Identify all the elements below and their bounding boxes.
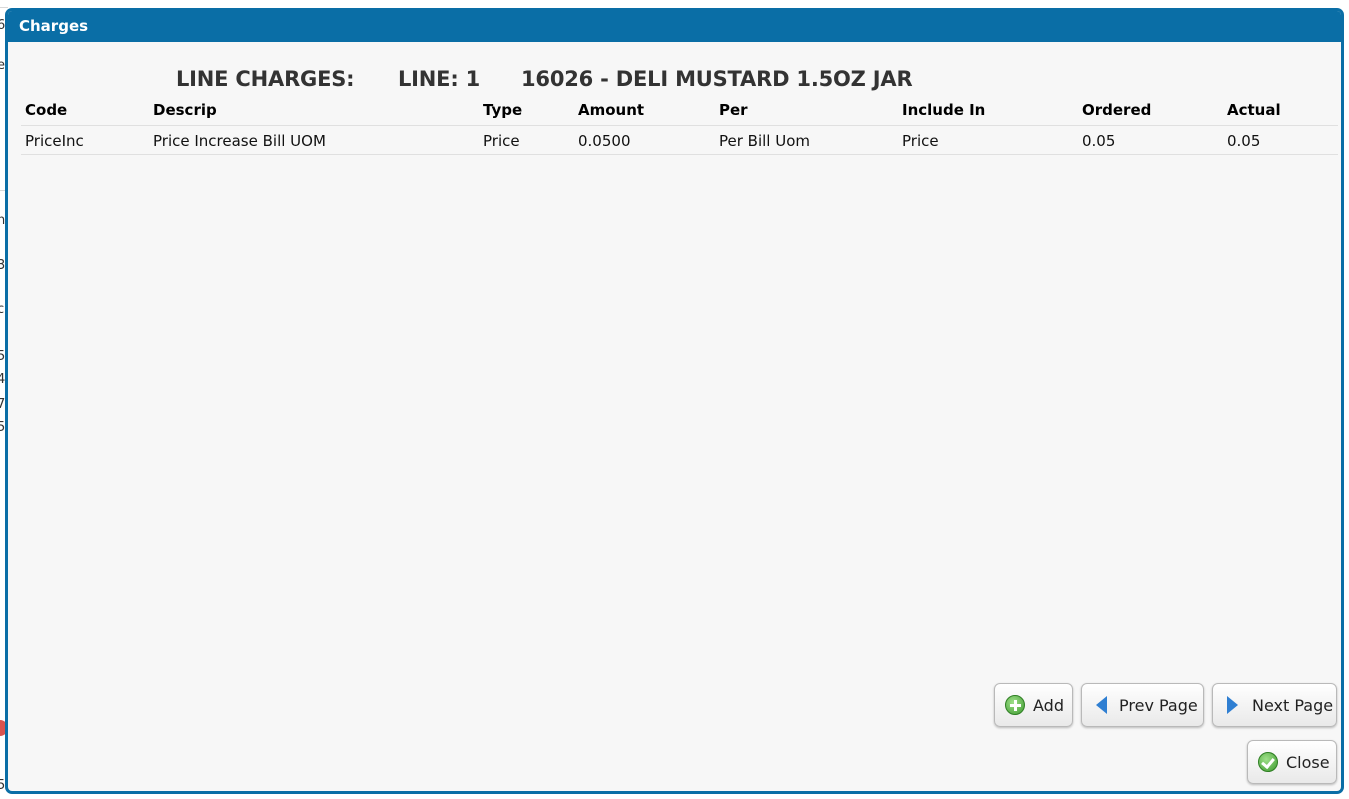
cell-amount: 0.0500 [578,132,631,150]
background-divider [0,7,8,8]
cell-per: Per Bill Uom [719,132,811,150]
close-button-label: Close [1286,752,1330,772]
check-circle-icon [1258,752,1278,772]
column-header-include-in[interactable]: Include In [902,101,985,119]
table-row[interactable]: PriceInc Price Increase Bill UOM Price 0… [21,126,1338,155]
dialog-title: Charges [19,17,89,35]
add-button[interactable]: Add [994,683,1073,727]
item-description: 16026 - DELI MUSTARD 1.5OZ JAR [521,67,913,91]
column-header-amount[interactable]: Amount [578,101,644,119]
plus-circle-icon [1005,695,1025,715]
cell-actual: 0.05 [1227,132,1261,150]
cell-include-in: Price [902,132,939,150]
charges-table: Code Descrip Type Amount Per Include In … [21,97,1338,155]
next-page-button[interactable]: Next Page [1212,683,1337,727]
column-header-per[interactable]: Per [719,101,748,119]
prev-page-button-label: Prev Page [1119,695,1198,715]
line-number: LINE: 1 [398,67,481,91]
column-header-descrip[interactable]: Descrip [153,101,217,119]
line-charges-label: LINE CHARGES: [176,67,355,91]
next-page-button-label: Next Page [1252,695,1334,715]
column-header-code[interactable]: Code [25,101,67,119]
close-button[interactable]: Close [1247,740,1337,784]
column-header-actual[interactable]: Actual [1227,101,1281,119]
charges-dialog: Charges LINE CHARGES: LINE: 1 16026 - DE… [5,8,1344,794]
cell-ordered: 0.05 [1082,132,1116,150]
column-header-ordered[interactable]: Ordered [1082,101,1151,119]
triangle-left-icon [1096,696,1107,714]
cell-descrip: Price Increase Bill UOM [153,132,326,150]
cell-type: Price [483,132,520,150]
column-header-type[interactable]: Type [483,101,522,119]
dialog-titlebar[interactable]: Charges [8,11,1341,42]
prev-page-button[interactable]: Prev Page [1081,683,1204,727]
background-text-fragment: c [0,302,5,317]
cell-code: PriceInc [25,132,84,150]
triangle-right-icon [1227,696,1238,714]
table-header-row: Code Descrip Type Amount Per Include In … [21,97,1338,126]
add-button-label: Add [1033,695,1064,715]
